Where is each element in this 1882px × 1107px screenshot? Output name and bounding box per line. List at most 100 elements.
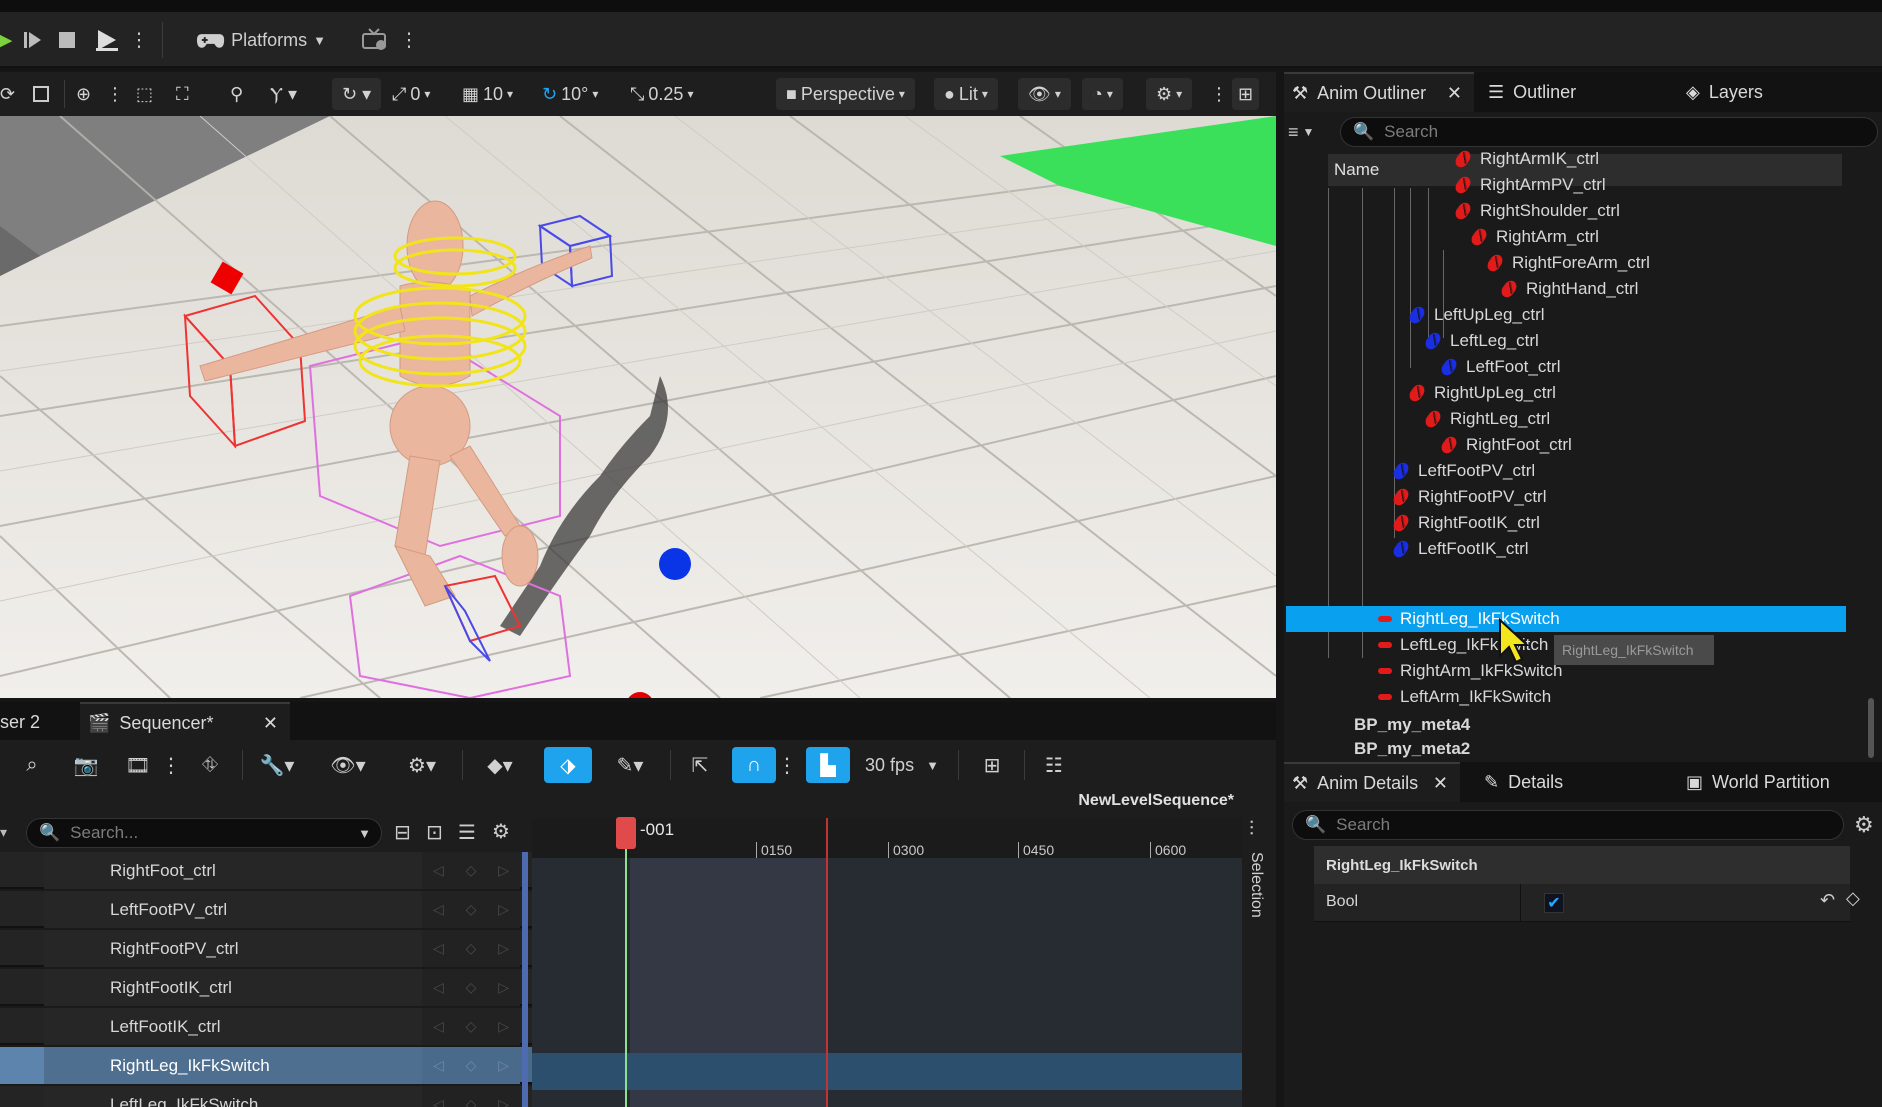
transform-mode-dropdown[interactable]: ↻ ▾ bbox=[332, 78, 382, 110]
tree-item-rightupleg[interactable]: RightUpLeg_ctrl bbox=[1406, 380, 1556, 406]
tree-item-rightshoulder[interactable]: RightShoulder_ctrl bbox=[1452, 198, 1620, 224]
filter-dropdown[interactable]: ≡ ▼ bbox=[1288, 116, 1314, 148]
sequencer-search-input[interactable]: 🔍 Search... ▼ bbox=[26, 818, 382, 848]
key-navigation[interactable]: ◁ ◇ ▷ bbox=[422, 1047, 520, 1084]
stop-icon[interactable] bbox=[52, 20, 82, 60]
tree-item-leftfootik[interactable]: LeftFootIK_ctrl bbox=[1390, 536, 1529, 562]
add-key-icon[interactable]: ◇ bbox=[466, 979, 477, 996]
perspective-dropdown[interactable]: ■ Perspective ▾ bbox=[776, 78, 915, 110]
tab-world-partition[interactable]: ▣ World Partition bbox=[1686, 762, 1830, 802]
key-navigation[interactable]: ◁ ◇ ▷ bbox=[422, 930, 520, 967]
tree-item-rightleg[interactable]: RightLeg_ctrl bbox=[1422, 406, 1550, 432]
selection-tab[interactable]: Selection bbox=[1247, 852, 1265, 918]
playhead-handle[interactable] bbox=[616, 817, 636, 849]
more-options-icon[interactable]: ⋮ bbox=[777, 747, 797, 783]
reset-icon[interactable]: ↶ bbox=[1820, 890, 1835, 911]
actions-icon[interactable]: ⛗ bbox=[194, 747, 226, 783]
close-icon[interactable]: ✕ bbox=[263, 713, 278, 734]
tree-item-rightfootpv[interactable]: RightFootPV_ctrl bbox=[1390, 484, 1547, 510]
close-icon[interactable]: ✕ bbox=[1447, 83, 1462, 104]
tree-item-bp-my-meta4[interactable]: BP_my_meta4 bbox=[1354, 712, 1470, 738]
layout-icon[interactable]: ⊞ bbox=[1232, 78, 1260, 110]
track-row[interactable]: RightFootPV_ctrl ◁ ◇ ▷ bbox=[0, 930, 532, 967]
track-row-selected[interactable]: RightLeg_IkFkSwitch ◁ ◇ ▷ bbox=[0, 1047, 532, 1084]
key-navigation[interactable]: ◁ ◇ ▷ bbox=[422, 1008, 520, 1045]
performance-dropdown[interactable]: ◔ ▾ bbox=[1082, 78, 1123, 110]
tree-item-leftfoot[interactable]: LeftFoot_ctrl bbox=[1438, 354, 1561, 380]
browse-icon[interactable]: ⌕ bbox=[14, 747, 50, 783]
add-key-icon[interactable]: ◇ bbox=[466, 940, 477, 957]
prev-key-icon[interactable]: ◁ bbox=[433, 862, 444, 879]
more-options-icon[interactable]: ⋮ bbox=[400, 20, 419, 60]
tree-item-leftupleg[interactable]: LeftUpLeg_ctrl bbox=[1406, 302, 1545, 328]
tab-browser-2[interactable]: ser 2 bbox=[0, 702, 64, 742]
tree-item-rightarmik[interactable]: RightArmIK_ctrl bbox=[1452, 146, 1599, 172]
curve-editor-icon[interactable]: ⊞ bbox=[974, 747, 1010, 783]
level-viewport[interactable] bbox=[0, 116, 1276, 698]
next-key-icon[interactable]: ▷ bbox=[498, 862, 509, 879]
track-row[interactable]: LeftFootIK_ctrl ◁ ◇ ▷ bbox=[0, 1008, 532, 1045]
next-key-icon[interactable]: ▷ bbox=[498, 1096, 509, 1107]
add-key-icon[interactable]: ◇ bbox=[466, 862, 477, 879]
tree-item-rightleg-ikfkswitch-selected[interactable]: RightLeg_IkFkSwitch bbox=[1286, 606, 1846, 632]
details-section-header[interactable]: RightLeg_IkFkSwitch bbox=[1314, 846, 1850, 884]
pivot-mode-icon[interactable]: ⛶ bbox=[176, 78, 189, 110]
collapse-all-icon[interactable]: ⊟ bbox=[394, 820, 411, 845]
track-row[interactable]: LeftFootPV_ctrl ◁ ◇ ▷ bbox=[0, 891, 532, 928]
more-options-icon[interactable]: ⋮ bbox=[161, 747, 181, 783]
tab-sequencer[interactable]: 🎬 Sequencer* ✕ bbox=[80, 702, 290, 742]
more-options-icon[interactable]: ⋮ bbox=[106, 78, 124, 110]
scale-snap-dropdown[interactable]: ⤡ 0.25 ▾ bbox=[630, 78, 693, 110]
tab-anim-outliner[interactable]: ⚒ Anim Outliner ✕ bbox=[1284, 72, 1474, 112]
surface-snap-icon[interactable]: Ⲩ ▾ bbox=[270, 78, 297, 110]
prev-key-icon[interactable]: ◁ bbox=[433, 1096, 444, 1107]
gear-icon[interactable]: ⚙ bbox=[492, 819, 510, 844]
angle-snap-dropdown[interactable]: ⤢ 0 ▾ bbox=[392, 78, 430, 110]
rotate-view-icon[interactable]: ⟳ bbox=[0, 78, 15, 110]
prev-key-icon[interactable]: ◁ bbox=[433, 979, 444, 996]
prev-key-icon[interactable]: ◁ bbox=[433, 940, 444, 957]
close-icon[interactable]: ✕ bbox=[1433, 773, 1448, 794]
more-options-icon[interactable]: ⋮ bbox=[1210, 78, 1228, 110]
outliner-scrollbar[interactable] bbox=[1868, 698, 1874, 758]
time-ruler[interactable]: -001 0150 0300 0450 0600 bbox=[532, 818, 1242, 858]
playback-end-marker[interactable] bbox=[826, 818, 828, 1107]
view-mode-dropdown[interactable]: ● Lit ▾ bbox=[934, 78, 998, 110]
select-mode-icon[interactable]: ⬚ bbox=[136, 78, 153, 110]
key-navigation[interactable]: ◁ ◇ ▷ bbox=[422, 1086, 520, 1107]
bool-checkbox[interactable]: ✔ bbox=[1544, 893, 1564, 913]
prev-key-icon[interactable]: ◁ bbox=[433, 901, 444, 918]
next-key-icon[interactable]: ▷ bbox=[498, 901, 509, 918]
track-row[interactable]: RightFootIK_ctrl ◁ ◇ ▷ bbox=[0, 969, 532, 1006]
gizmo-icon[interactable]: ⚲ bbox=[230, 78, 243, 110]
tree-item-leftarm-ikfkswitch[interactable]: LeftArm_IkFkSwitch bbox=[1378, 684, 1551, 710]
sliders-icon[interactable]: ⫶ bbox=[1249, 818, 1254, 841]
auto-key-toggle[interactable]: ⬗ bbox=[544, 747, 592, 783]
tree-item-rightforearm[interactable]: RightForeArm_ctrl bbox=[1484, 250, 1650, 276]
sequencer-timeline[interactable] bbox=[532, 818, 1242, 1107]
playback-options-dropdown[interactable]: ⚙▾ bbox=[396, 747, 448, 783]
view-options-dropdown[interactable]: 👁▾ bbox=[322, 747, 374, 783]
platforms-menu[interactable]: Platforms ▼ bbox=[196, 20, 326, 60]
prev-key-icon[interactable]: ◁ bbox=[433, 1057, 444, 1074]
snap-magnet-toggle[interactable]: ∩ bbox=[732, 747, 776, 783]
tree-item-rightarmpv[interactable]: RightArmPV_ctrl bbox=[1452, 172, 1606, 198]
key-dropdown[interactable]: ◆▾ bbox=[476, 747, 524, 783]
render-icon[interactable]: 🎞 bbox=[122, 747, 154, 783]
tools-dropdown[interactable]: 🔧▾ bbox=[252, 747, 302, 783]
globe-icon[interactable]: ⊕ bbox=[76, 78, 91, 110]
fps-dropdown[interactable]: 30 fps ▼ bbox=[860, 747, 944, 783]
track-row[interactable]: RightFoot_ctrl ◁ ◇ ▷ bbox=[0, 852, 532, 889]
outliner-search-input[interactable]: 🔍 Search bbox=[1340, 117, 1878, 147]
track-list-icon[interactable]: ☷ bbox=[1036, 747, 1072, 783]
keyframe-icon[interactable]: ◇ bbox=[1846, 888, 1860, 909]
details-search-input[interactable]: 🔍 Search bbox=[1292, 810, 1844, 840]
show-dropdown[interactable]: 👁 ▾ bbox=[1018, 78, 1071, 110]
grid-snap-dropdown[interactable]: ▦ 10 ▾ bbox=[462, 78, 513, 110]
key-navigation[interactable]: ◁ ◇ ▷ bbox=[422, 852, 520, 889]
tree-item-leftfootpv[interactable]: LeftFootPV_ctrl bbox=[1390, 458, 1535, 484]
edit-mode-dropdown[interactable]: ✎▾ bbox=[604, 747, 656, 783]
key-navigation[interactable]: ◁ ◇ ▷ bbox=[422, 891, 520, 928]
play-icon[interactable]: ▶ bbox=[0, 20, 12, 60]
gear-icon[interactable]: ⚙ bbox=[1854, 812, 1874, 838]
